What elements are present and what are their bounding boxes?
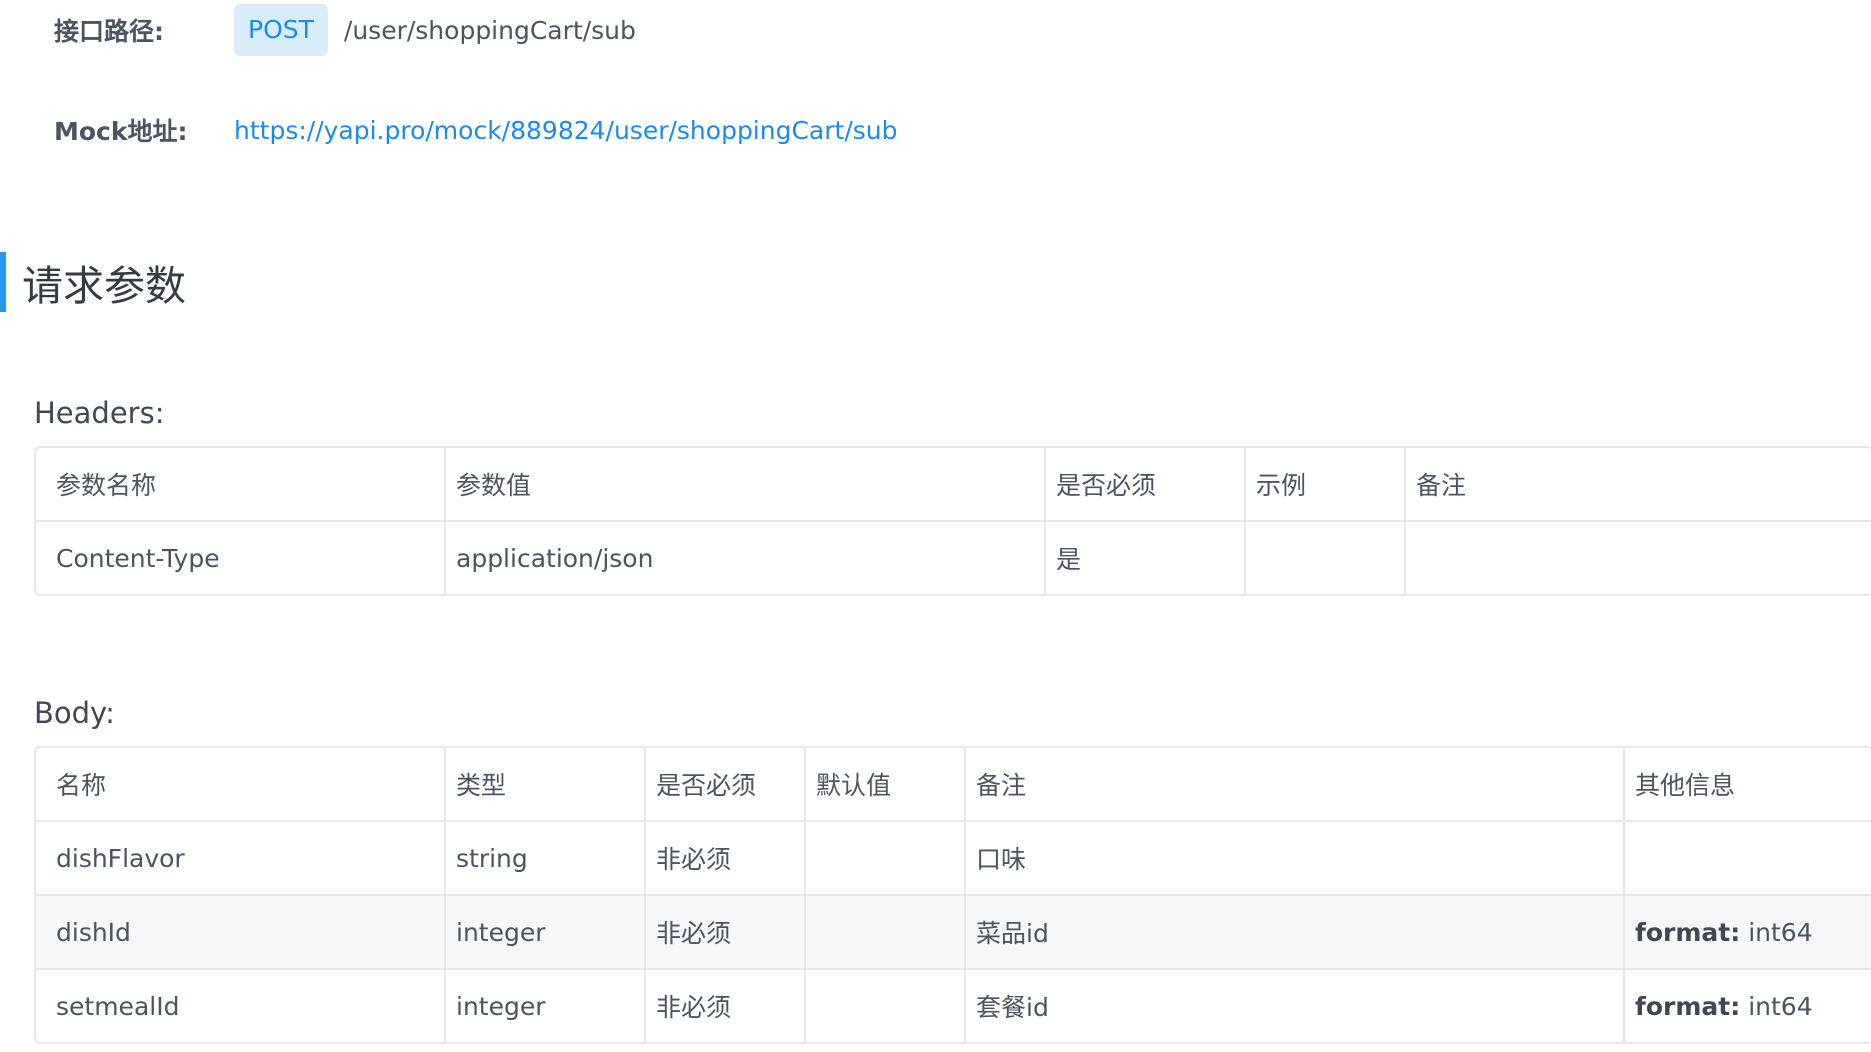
- body-header-row: 名称 类型 是否必须 默认值 备注 其他信息: [36, 748, 1871, 822]
- cell-extra: format: int64: [1624, 969, 1871, 1042]
- cell-extra: [1624, 821, 1871, 896]
- cell-param-value: application/json: [445, 521, 1046, 594]
- api-path-label: 接口路径:: [54, 17, 164, 46]
- col-remark: 备注: [1405, 448, 1871, 522]
- api-path-text: /user/shoppingCart/sub: [343, 15, 636, 45]
- cell-remark: 菜品id: [965, 895, 1625, 970]
- headers-title: Headers:: [34, 396, 165, 430]
- section-accent-bar: [0, 252, 6, 312]
- col-param-value: 参数值: [445, 448, 1046, 522]
- mock-url-link[interactable]: https://yapi.pro/mock/889824/user/shoppi…: [234, 116, 898, 145]
- cell-default: [805, 821, 966, 896]
- cell-name: dishFlavor: [46, 821, 446, 896]
- cell-example: [1245, 521, 1406, 594]
- body-table: 名称 类型 是否必须 默认值 备注 其他信息 dishFlavor string…: [34, 746, 1871, 1044]
- table-row: dishFlavor string 非必须 口味: [36, 821, 1871, 896]
- extra-value: int64: [1740, 991, 1813, 1021]
- col-param-name: 参数名称: [46, 448, 446, 522]
- cell-type: integer: [445, 969, 646, 1042]
- col-extra: 其他信息: [1624, 748, 1871, 822]
- mock-label: Mock地址:: [54, 117, 188, 146]
- table-row: Content-Type application/json 是: [36, 521, 1871, 594]
- api-path-row: 接口路径: POST /user/shoppingCart/sub: [54, 4, 636, 56]
- cell-type: string: [445, 821, 646, 896]
- col-required: 是否必须: [1045, 448, 1246, 522]
- cell-name: setmealId: [46, 969, 446, 1042]
- extra-key: format:: [1635, 991, 1741, 1021]
- headers-table: 参数名称 参数值 是否必须 示例 备注 Content-Type applica…: [34, 446, 1871, 596]
- cell-type: integer: [445, 895, 646, 970]
- method-badge: POST: [234, 4, 328, 56]
- cell-required: 非必须: [645, 821, 806, 896]
- body-title: Body:: [34, 696, 115, 730]
- cell-name: dishId: [46, 895, 446, 970]
- extra-value: int64: [1740, 917, 1813, 947]
- mock-row: Mock地址: https://yapi.pro/mock/889824/use…: [54, 112, 898, 148]
- cell-remark: 口味: [965, 821, 1625, 896]
- cell-required: 非必须: [645, 895, 806, 970]
- cell-default: [805, 969, 966, 1042]
- section-title-text: 请求参数: [22, 262, 186, 310]
- col-required: 是否必须: [645, 748, 806, 822]
- cell-required: 是: [1045, 521, 1246, 594]
- table-row: dishId integer 非必须 菜品id format: int64: [36, 895, 1871, 970]
- headers-header-row: 参数名称 参数值 是否必须 示例 备注: [36, 448, 1871, 522]
- col-name: 名称: [46, 748, 446, 822]
- cell-default: [805, 895, 966, 970]
- extra-key: format:: [1635, 917, 1741, 947]
- cell-param-name: Content-Type: [46, 521, 446, 594]
- table-row: setmealId integer 非必须 套餐id format: int64: [36, 969, 1871, 1042]
- section-title: 请求参数: [0, 252, 186, 312]
- col-default: 默认值: [805, 748, 966, 822]
- cell-remark: [1405, 521, 1871, 594]
- cell-required: 非必须: [645, 969, 806, 1042]
- col-remark: 备注: [965, 748, 1625, 822]
- col-type: 类型: [445, 748, 646, 822]
- col-example: 示例: [1245, 448, 1406, 522]
- cell-extra: format: int64: [1624, 895, 1871, 970]
- cell-remark: 套餐id: [965, 969, 1625, 1042]
